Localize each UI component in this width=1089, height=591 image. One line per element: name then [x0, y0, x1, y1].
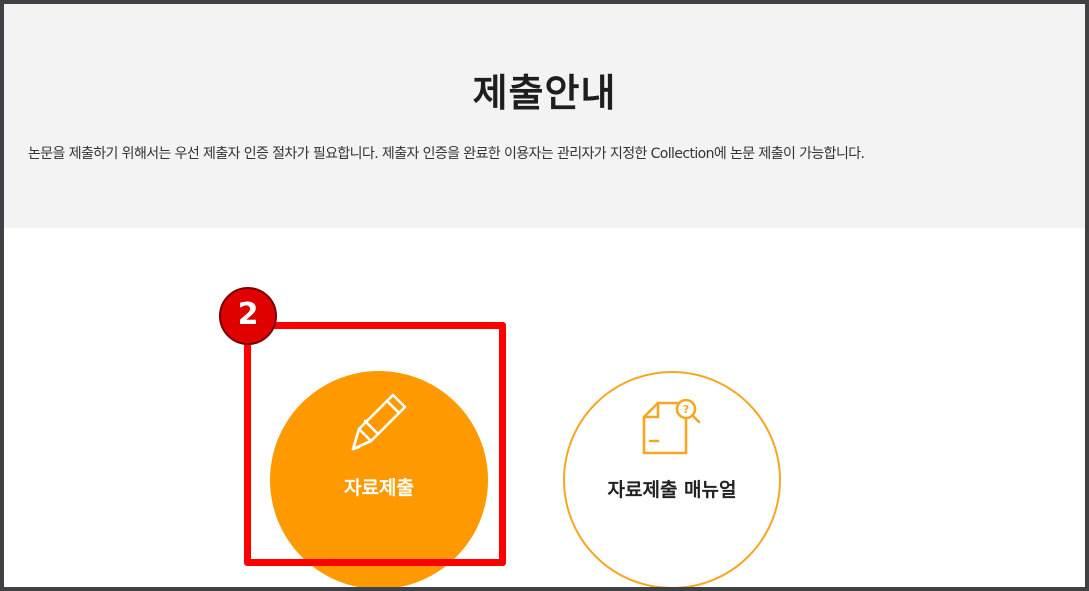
highlight-box	[244, 322, 506, 566]
intro-section: 제출안내 논문을 제출하기 위해서는 우선 제출자 인증 절차가 필요합니다. …	[4, 4, 1085, 228]
page-frame: 제출안내 논문을 제출하기 위해서는 우선 제출자 인증 절차가 필요합니다. …	[4, 4, 1085, 587]
document-search-icon: ?	[636, 393, 708, 467]
manual-button[interactable]: ? 자료제출 매뉴얼	[563, 371, 781, 587]
svg-text:?: ?	[683, 403, 689, 416]
page-title: 제출안내	[472, 71, 617, 115]
page-description: 논문을 제출하기 위해서는 우선 제출자 인증 절차가 필요합니다. 제출자 인…	[28, 146, 865, 162]
step-badge: 2	[219, 287, 277, 345]
manual-label: 자료제출 매뉴얼	[607, 479, 737, 501]
